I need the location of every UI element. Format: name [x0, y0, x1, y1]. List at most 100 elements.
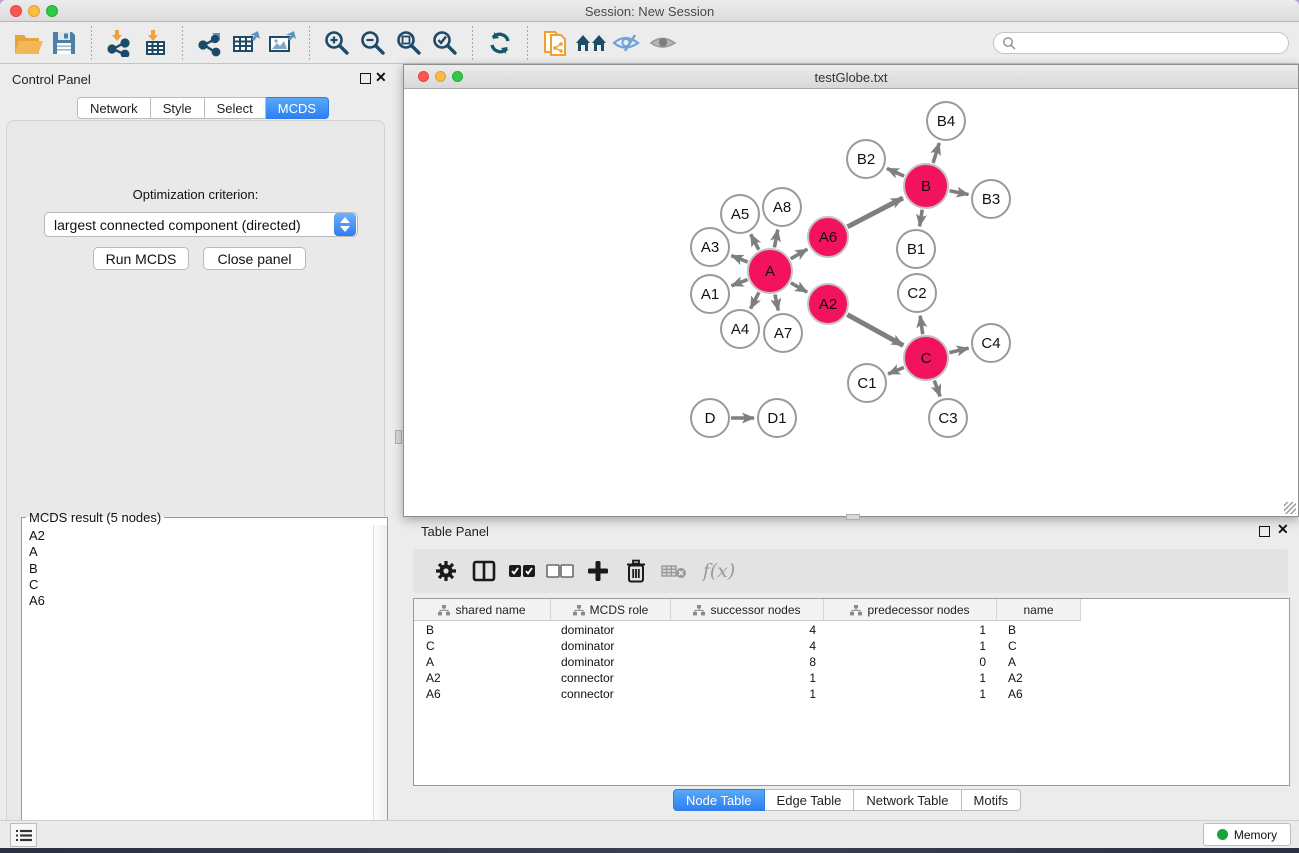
network-edge-C-C1[interactable]	[888, 367, 904, 374]
apply-style-refresh-button[interactable]	[482, 26, 518, 60]
network-edge-A2-C[interactable]	[847, 315, 903, 346]
show-homepage-button[interactable]	[573, 26, 609, 60]
column-header-predecessor-nodes[interactable]: predecessor nodes	[824, 599, 997, 621]
network-node-A[interactable]: A	[748, 249, 792, 293]
zoom-out-button[interactable]	[355, 26, 391, 60]
network-node-B1[interactable]: B1	[897, 230, 935, 268]
import-network-button[interactable]	[101, 26, 137, 60]
network-node-D[interactable]: D	[691, 399, 729, 437]
network-edge-C-C4[interactable]	[949, 348, 968, 352]
tab-node-table[interactable]: Node Table	[673, 789, 765, 811]
show-all-button[interactable]	[645, 26, 681, 60]
run-mcds-button[interactable]: Run MCDS	[93, 247, 189, 270]
network-edge-B-B4[interactable]	[933, 143, 939, 163]
close-table-panel-button[interactable]: ✕	[1277, 521, 1289, 538]
network-node-A1[interactable]: A1	[691, 275, 729, 313]
create-column-button[interactable]	[583, 554, 613, 588]
zoom-fit-button[interactable]	[391, 26, 427, 60]
open-file-button[interactable]	[10, 26, 46, 60]
mcds-result-item[interactable]: A2	[29, 528, 373, 544]
network-node-B2[interactable]: B2	[847, 140, 885, 178]
mcds-result-item[interactable]: B	[29, 561, 373, 577]
network-edge-A-A2[interactable]	[791, 283, 807, 292]
network-edge-A-A7[interactable]	[775, 294, 778, 310]
new-network-from-selection-button[interactable]	[537, 26, 573, 60]
network-node-A2[interactable]: A2	[808, 284, 848, 324]
table-row[interactable]: Adominator80A	[414, 655, 1290, 671]
network-node-B3[interactable]: B3	[972, 180, 1010, 218]
export-network-button[interactable]	[192, 26, 228, 60]
tab-mcds[interactable]: MCDS	[266, 97, 329, 119]
deselect-all-columns-button[interactable]	[545, 554, 575, 588]
task-history-button[interactable]	[10, 823, 37, 847]
zoom-selected-button[interactable]	[427, 26, 463, 60]
tab-style[interactable]: Style	[151, 97, 205, 119]
hide-selected-button[interactable]	[609, 26, 645, 60]
network-edge-A-A8[interactable]	[774, 230, 777, 248]
select-all-columns-button[interactable]	[507, 554, 537, 588]
network-edge-A-A1[interactable]	[731, 280, 747, 286]
network-canvas[interactable]: A B C A6 A2 A5A8 A3 A1A4A7 B2 B4 B3 B1 C2 C4 C1 C3 D D1	[405, 89, 1297, 516]
tab-motifs[interactable]: Motifs	[962, 789, 1022, 811]
close-panel-button[interactable]: Close panel	[203, 247, 306, 270]
mcds-result-item[interactable]: A	[29, 544, 373, 560]
function-builder-button[interactable]: f(x)	[697, 554, 741, 588]
save-session-button[interactable]	[46, 26, 82, 60]
network-node-B4[interactable]: B4	[927, 102, 965, 140]
network-node-D1[interactable]: D1	[758, 399, 796, 437]
network-edge-A6-B[interactable]	[848, 198, 903, 227]
network-node-C2[interactable]: C2	[898, 274, 936, 312]
delete-column-button[interactable]	[621, 554, 651, 588]
network-node-B[interactable]: B	[904, 164, 948, 208]
search-input[interactable]	[993, 32, 1289, 54]
network-node-A5[interactable]: A5	[721, 195, 759, 233]
network-edge-A-A6[interactable]	[791, 249, 808, 259]
network-edge-B-B1[interactable]	[920, 210, 923, 227]
memory-button[interactable]: Memory	[1203, 823, 1291, 846]
tab-edge-table[interactable]: Edge Table	[765, 789, 855, 811]
node-table[interactable]: shared nameMCDS rolesuccessor nodesprede…	[413, 598, 1290, 786]
float-panel-button[interactable]	[360, 73, 371, 84]
show-column-panel-button[interactable]	[469, 554, 499, 588]
column-header-name[interactable]: name	[997, 599, 1081, 621]
resize-grip[interactable]	[1284, 502, 1296, 514]
zoom-in-button[interactable]	[319, 26, 355, 60]
network-edge-B-B3[interactable]	[950, 191, 969, 195]
close-panel-icon-button[interactable]: ✕	[375, 69, 387, 86]
tab-network[interactable]: Network	[77, 97, 151, 119]
tab-select[interactable]: Select	[205, 97, 266, 119]
result-scrollbar[interactable]	[373, 525, 387, 848]
tab-network-table[interactable]: Network Table	[854, 789, 961, 811]
network-node-C1[interactable]: C1	[848, 364, 886, 402]
export-table-button[interactable]	[228, 26, 264, 60]
import-table-button[interactable]	[137, 26, 173, 60]
column-header-shared-name[interactable]: shared name	[414, 599, 551, 621]
panel-divider[interactable]	[392, 64, 403, 820]
table-settings-button[interactable]	[431, 554, 461, 588]
table-row[interactable]: A6connector11A6	[414, 687, 1290, 703]
network-node-A3[interactable]: A3	[691, 228, 729, 266]
table-row[interactable]: A2connector11A2	[414, 671, 1290, 687]
network-node-C3[interactable]: C3	[929, 399, 967, 437]
table-row[interactable]: Bdominator41B	[414, 623, 1290, 639]
network-edge-A-A4[interactable]	[751, 292, 759, 308]
network-edge-C-C3[interactable]	[934, 381, 940, 397]
column-header-successor-nodes[interactable]: successor nodes	[671, 599, 824, 621]
mcds-result-item[interactable]: C	[29, 577, 373, 593]
criterion-dropdown[interactable]: largest connected component (directed)	[44, 212, 358, 237]
network-node-A4[interactable]: A4	[721, 310, 759, 348]
column-header-MCDS-role[interactable]: MCDS role	[551, 599, 671, 621]
divider-handle[interactable]	[395, 430, 402, 444]
network-node-A6[interactable]: A6	[808, 217, 848, 257]
network-edge-B-B2[interactable]	[887, 168, 904, 176]
network-node-A8[interactable]: A8	[763, 188, 801, 226]
network-edge-C-C2[interactable]	[920, 316, 923, 334]
mcds-result-item[interactable]: A6	[29, 593, 373, 609]
float-table-panel-button[interactable]	[1259, 526, 1270, 537]
delete-table-button[interactable]	[659, 554, 689, 588]
network-edge-A-A3[interactable]	[731, 256, 747, 263]
network-node-C[interactable]: C	[904, 336, 948, 380]
network-node-A7[interactable]: A7	[764, 314, 802, 352]
network-edge-A-A5[interactable]	[751, 234, 759, 249]
network-node-C4[interactable]: C4	[972, 324, 1010, 362]
